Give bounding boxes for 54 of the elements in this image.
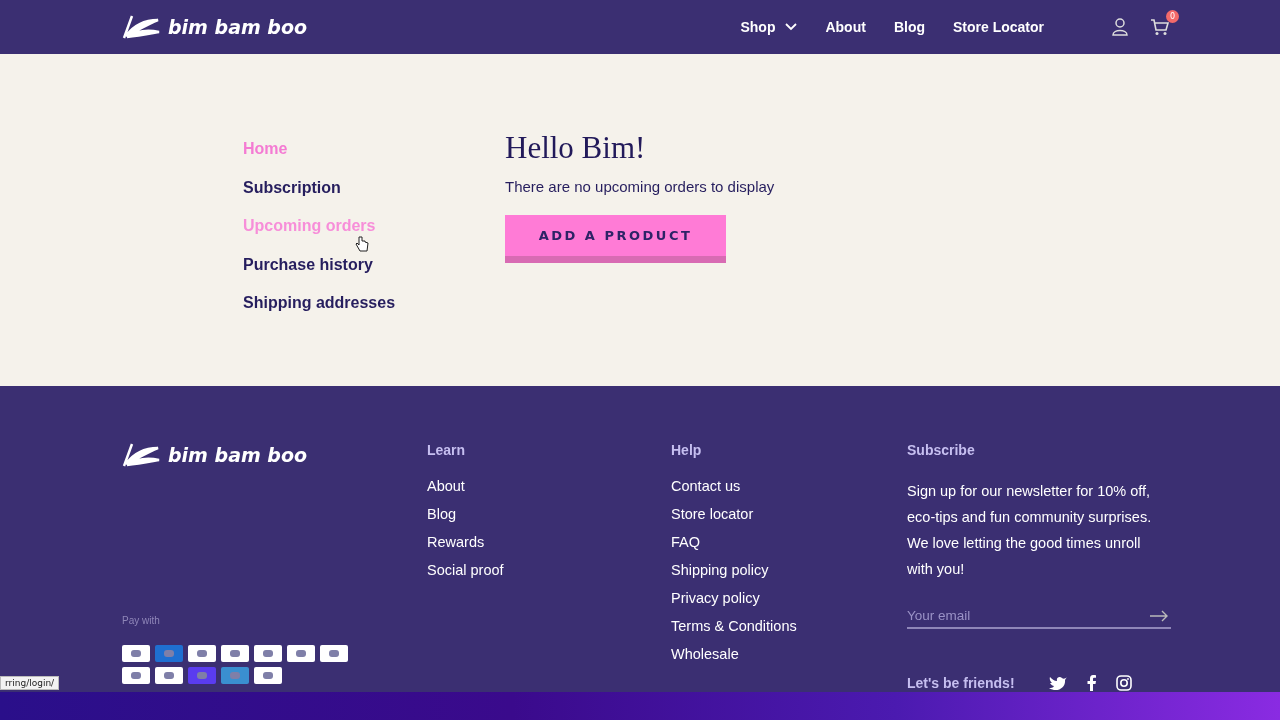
cart-count-badge: 0: [1166, 10, 1179, 23]
footer-heading: Subscribe: [907, 442, 976, 458]
add-product-button[interactable]: ADD A PRODUCT: [505, 215, 726, 263]
footer-link[interactable]: Wholesale: [671, 646, 907, 674]
camera-icon[interactable]: [1115, 675, 1132, 691]
footer-link[interactable]: FAQ: [671, 534, 907, 562]
payment-card-icon: [188, 667, 216, 684]
footer-link[interactable]: Privacy policy: [671, 590, 907, 618]
footer-heading: Learn: [427, 442, 467, 458]
nav-link[interactable]: Blog: [893, 19, 925, 35]
chevron-down-icon: [785, 23, 798, 31]
payment-card-icon: [320, 645, 348, 662]
nav-link[interactable]: Shop: [740, 19, 798, 35]
payment-card-icon: [221, 645, 249, 662]
payment-card-icon: [254, 667, 282, 684]
user-icon[interactable]: [1112, 18, 1128, 36]
leaf-logo-icon: [122, 14, 160, 40]
cart-icon[interactable]: [1150, 18, 1170, 36]
footer-link[interactable]: Shipping policy: [671, 562, 907, 590]
status-bar-url: rring/login/: [0, 676, 60, 690]
footer-heading: Help: [671, 442, 703, 458]
payment-card-icon: [221, 667, 249, 684]
pay-with-label: Pay with: [122, 615, 161, 626]
payment-card-icon: [122, 667, 150, 684]
footer-link[interactable]: Rewards: [427, 534, 671, 562]
empty-orders-message: There are no upcoming orders to display: [505, 178, 775, 195]
bird-icon[interactable]: [1048, 675, 1067, 691]
greeting-heading: Hello Bim!: [505, 130, 647, 166]
payment-card-icon: [188, 645, 216, 662]
footer-link[interactable]: Contact us: [671, 478, 907, 506]
footer-link[interactable]: Store locator: [671, 506, 907, 534]
account-menu-link[interactable]: Purchase history: [243, 255, 373, 294]
payment-card-icon: [122, 645, 150, 662]
footer-link[interactable]: Social proof: [427, 562, 671, 590]
arrow-right-icon[interactable]: [1149, 609, 1169, 622]
nav-link[interactable]: Store Locator: [953, 19, 1044, 35]
account-menu-link[interactable]: Subscription: [243, 178, 341, 217]
payment-card-icon: [155, 645, 183, 662]
brand-logo-text[interactable]: bim bam boo: [168, 444, 308, 466]
account-menu-link[interactable]: Shipping addresses: [243, 294, 396, 333]
payment-card-icon: [287, 645, 315, 662]
email-input-field[interactable]: Your email: [907, 608, 1171, 629]
hand-cursor-icon: [355, 236, 369, 252]
facebook-icon[interactable]: [1086, 675, 1096, 691]
leaf-logo-icon: [122, 442, 160, 468]
social-label: Let's be friends!: [907, 675, 1015, 691]
footer-link[interactable]: About: [427, 478, 671, 506]
payment-card-icon: [254, 645, 282, 662]
footer-link[interactable]: Blog: [427, 506, 671, 534]
nav-link[interactable]: About: [825, 19, 866, 35]
brand-logo-text[interactable]: bim bam boo: [168, 16, 308, 38]
footer-link[interactable]: Terms & Conditions: [671, 618, 907, 646]
newsletter-description: Sign up for our newsletter for 10% off, eco-tips and fun community surprises. We love letting the good times unroll with you!: [907, 482, 1153, 579]
payment-card-icon: [155, 667, 183, 684]
